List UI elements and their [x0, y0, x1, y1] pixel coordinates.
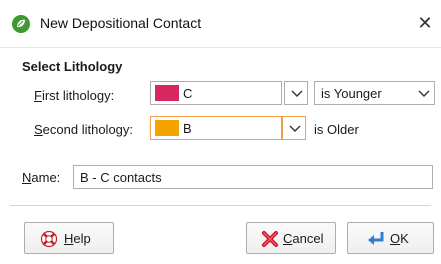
ok-button[interactable]: OK	[347, 222, 434, 254]
first-lithology-combo[interactable]: C	[150, 81, 282, 105]
first-lithology-value: C	[183, 86, 193, 101]
chevron-down-icon	[418, 90, 430, 97]
ok-label-rest: K	[400, 231, 409, 246]
chevron-down-icon	[289, 125, 301, 132]
second-lithology-combo[interactable]: B	[150, 116, 282, 140]
name-input[interactable]: B - C contacts	[73, 165, 433, 189]
second-lithology-value: B	[183, 121, 192, 136]
cancel-button[interactable]: Cancel	[246, 222, 336, 254]
section-heading: Select Lithology	[22, 59, 123, 74]
first-lithology-label-rest: irst lithology:	[41, 88, 115, 103]
second-lithology-swatch	[155, 120, 179, 136]
chevron-down-icon	[291, 90, 303, 97]
help-mnemonic: H	[64, 231, 74, 246]
second-relation-text: is Older	[314, 122, 359, 137]
name-label: Name:	[22, 170, 60, 185]
name-mnemonic: N	[22, 170, 32, 185]
second-lithology-label-rest: econd lithology:	[42, 122, 134, 137]
relation-value: is Younger	[321, 86, 382, 101]
first-lithology-swatch	[155, 85, 179, 101]
help-label: Help	[64, 231, 91, 246]
cancel-mnemonic: C	[283, 231, 293, 246]
name-label-rest: ame:	[31, 170, 61, 185]
first-lithology-label: First lithology:	[34, 88, 114, 103]
first-lithology-mnemonic: F	[34, 88, 42, 103]
close-icon[interactable]: ✕	[413, 11, 437, 35]
ok-mnemonic: O	[390, 231, 401, 246]
title-bar: New Depositional Contact ✕	[0, 0, 441, 48]
second-lithology-label: Second lithology:	[34, 122, 133, 137]
help-button[interactable]: Help	[24, 222, 114, 254]
second-lithology-dropdown-button[interactable]	[282, 116, 306, 140]
cancel-label: Cancel	[283, 231, 323, 246]
ok-label: OK	[390, 231, 409, 246]
divider	[10, 205, 431, 206]
arrow-return-icon	[368, 232, 384, 245]
cancel-label-rest: ancel	[292, 231, 324, 246]
second-lithology-mnemonic: S	[34, 122, 43, 137]
relation-select[interactable]: is Younger	[314, 81, 435, 105]
first-lithology-dropdown-button[interactable]	[284, 81, 308, 105]
lifebuoy-icon	[40, 230, 58, 248]
relation-dropdown-button[interactable]	[412, 82, 434, 104]
red-x-icon	[262, 231, 278, 247]
app-leaf-icon	[12, 15, 30, 33]
help-label-rest: elp	[73, 231, 91, 246]
window-title: New Depositional Contact	[40, 15, 202, 31]
name-value: B - C contacts	[80, 170, 162, 185]
